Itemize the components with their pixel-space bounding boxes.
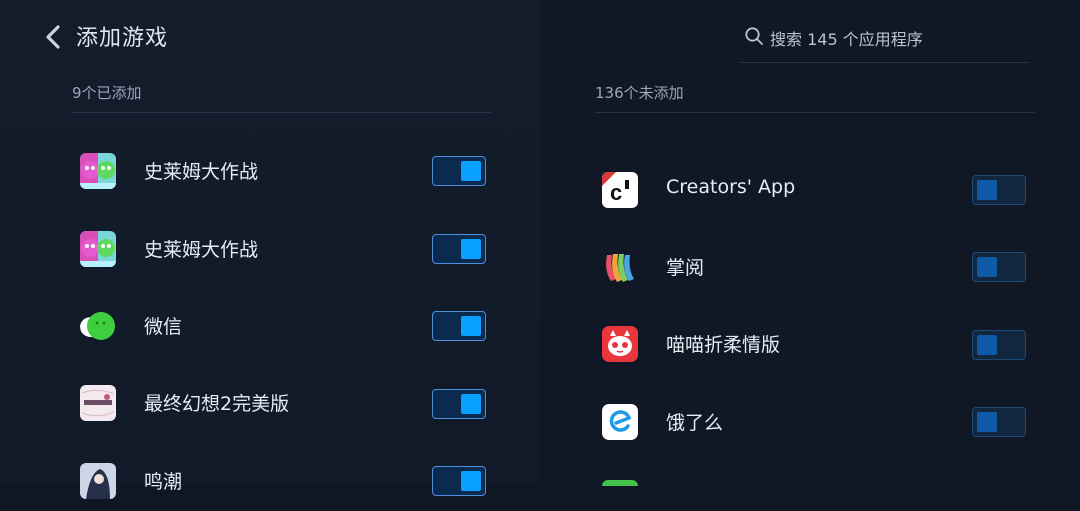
- toggle-knob: [461, 161, 481, 181]
- app-name: 喵喵折柔情版: [666, 334, 781, 356]
- app-toggle[interactable]: [972, 407, 1026, 437]
- app-name: 史莱姆大作战: [144, 239, 259, 261]
- app-toggle[interactable]: [432, 466, 486, 496]
- chevron-left-icon: [46, 25, 60, 49]
- toggle-knob: [461, 471, 481, 491]
- search-input[interactable]: 搜索 145 个应用程序: [740, 22, 1030, 63]
- eleme-icon: [602, 404, 638, 440]
- app-toggle[interactable]: [432, 389, 486, 419]
- toggle-knob: [977, 335, 997, 355]
- slime-battle-icon: [80, 153, 116, 189]
- app-toggle[interactable]: [432, 234, 486, 264]
- partial-app-icon: [602, 480, 638, 486]
- added-divider: [72, 112, 492, 113]
- app-toggle[interactable]: [972, 175, 1026, 205]
- app-name: Creators' App: [666, 176, 796, 198]
- search-icon: [745, 27, 763, 45]
- top-bar: 添加游戏 搜索 145 个应用程序: [0, 0, 1080, 72]
- app-name: 掌阅: [666, 257, 705, 279]
- not-added-count-heading: 136个未添加: [595, 84, 684, 102]
- toggle-knob: [461, 239, 481, 259]
- app-toggle[interactable]: [972, 330, 1026, 360]
- wuthering-waves-icon: [80, 463, 116, 499]
- app-toggle[interactable]: [972, 252, 1026, 282]
- toggle-knob: [461, 316, 481, 336]
- final-fantasy-icon: [80, 385, 116, 421]
- app-name: 微信: [144, 316, 183, 338]
- not-added-divider: [595, 112, 1035, 113]
- app-name: 最终幻想2完美版: [144, 393, 290, 415]
- back-button[interactable]: [38, 22, 68, 52]
- toggle-knob: [977, 257, 997, 277]
- search-placeholder: 搜索 145 个应用程序: [770, 30, 923, 49]
- toggle-knob: [461, 394, 481, 414]
- miaomiao-icon: [602, 326, 638, 362]
- creators-app-icon: c: [602, 172, 638, 208]
- app-toggle[interactable]: [432, 156, 486, 186]
- app-name: 史莱姆大作战: [144, 161, 259, 183]
- page-title: 添加游戏: [76, 26, 169, 51]
- app-toggle[interactable]: [432, 311, 486, 341]
- svg-text:c: c: [610, 180, 622, 205]
- added-count-heading: 9个已添加: [72, 84, 142, 102]
- toggle-knob: [977, 180, 997, 200]
- app-name: 鸣潮: [144, 471, 183, 493]
- toggle-knob: [977, 412, 997, 432]
- app-name: 饿了么: [666, 412, 724, 434]
- slime-battle-icon: [80, 231, 116, 267]
- wechat-icon: [80, 308, 116, 344]
- zhangyue-icon: [602, 249, 638, 285]
